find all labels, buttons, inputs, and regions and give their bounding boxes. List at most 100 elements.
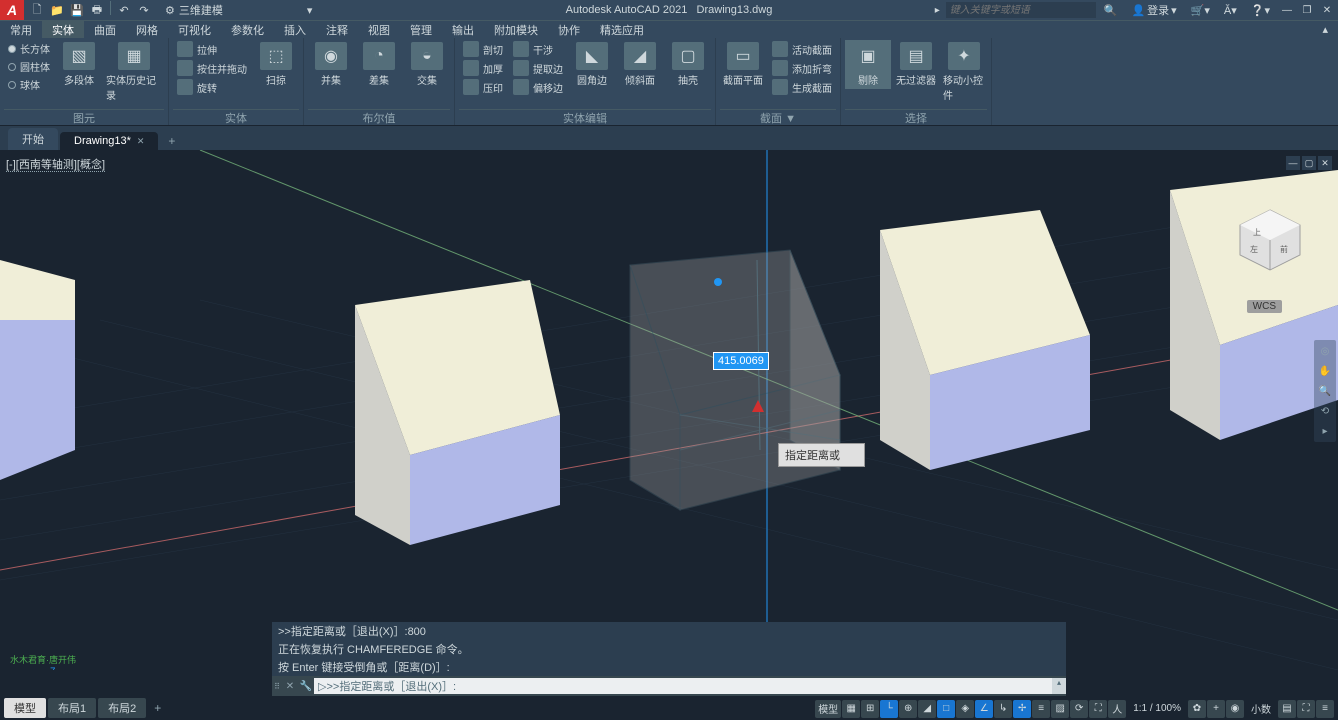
qat-save-icon[interactable]: 💾	[68, 1, 86, 19]
thicken-button[interactable]: 加厚	[459, 59, 507, 77]
subtract-button[interactable]: ◔差集	[356, 40, 402, 89]
sb-otrack-icon[interactable]: ∠	[975, 700, 993, 718]
tab-insert[interactable]: 插入	[274, 21, 316, 38]
vp-minimize-icon[interactable]: —	[1286, 156, 1300, 170]
primitive-box[interactable]: 长方体	[4, 40, 54, 57]
viewport-label[interactable]: [-][西南等轴测][概念]	[6, 156, 105, 172]
section-plane-button[interactable]: ▭截面平面	[720, 40, 766, 89]
panel-section-title[interactable]: 截面 ▼	[720, 109, 836, 123]
sb-quickprops-icon[interactable]: ▤	[1278, 700, 1296, 718]
union-button[interactable]: ◉并集	[308, 40, 354, 89]
fillet-edge-button[interactable]: ◣圆角边	[569, 40, 615, 89]
tab-manage[interactable]: 管理	[400, 21, 442, 38]
intersect-button[interactable]: ◒交集	[404, 40, 450, 89]
nav-zoom-icon[interactable]: 🔍	[1316, 382, 1334, 400]
solid-object-1[interactable]	[0, 260, 75, 480]
drawing-tab[interactable]: Drawing13* ✕	[60, 132, 158, 150]
sb-transparency-icon[interactable]: ▨	[1051, 700, 1069, 718]
sb-ortho-icon[interactable]: └	[880, 700, 898, 718]
layout1-tab[interactable]: 布局1	[48, 698, 96, 718]
cmd-close-icon[interactable]: ✕	[282, 681, 298, 692]
tab-express[interactable]: 精选应用	[590, 21, 654, 38]
workspace-dropdown[interactable]: ⚙ 三维建模 ▾	[159, 1, 318, 19]
tab-solid[interactable]: 实体	[42, 21, 84, 38]
solid-object-4[interactable]	[880, 210, 1090, 470]
sb-polar-icon[interactable]: ⊕	[899, 700, 917, 718]
culling-button[interactable]: ▣剔除	[845, 40, 891, 89]
nav-pan-icon[interactable]: ✋	[1316, 362, 1334, 380]
sweep-button[interactable]: ⬚扫掠	[253, 40, 299, 89]
add-layout-button[interactable]: +	[148, 701, 167, 715]
imprint-button[interactable]: 压印	[459, 78, 507, 96]
taper-face-button[interactable]: ◢倾斜面	[617, 40, 663, 89]
tab-view[interactable]: 视图	[358, 21, 400, 38]
sb-osnap-icon[interactable]: □	[937, 700, 955, 718]
no-filter-button[interactable]: ▤无过滤器	[893, 40, 939, 89]
sb-isodraft-icon[interactable]: ◢	[918, 700, 936, 718]
sb-hardware-icon[interactable]: ◉	[1226, 700, 1244, 718]
account-button[interactable]: 👤 登录 ▾	[1125, 2, 1182, 18]
solid-object-2[interactable]	[355, 280, 560, 545]
cmd-history-dropdown[interactable]: ▴	[1052, 678, 1066, 694]
slice-button[interactable]: 剖切	[459, 40, 507, 58]
start-tab[interactable]: 开始	[8, 128, 58, 150]
command-window[interactable]: >>指定距离或［退出(X)］:800 正在恢复执行 CHAMFEREDGE 命令…	[272, 622, 1066, 696]
solid-history-button[interactable]: ▦实体历史记录	[104, 40, 164, 104]
move-gizmo-button[interactable]: ✦移动小控件	[941, 40, 987, 104]
qat-undo-icon[interactable]: ↶	[115, 1, 133, 19]
nav-orbit-icon[interactable]: ⟲	[1316, 402, 1334, 420]
cmd-customize-icon[interactable]: 🔧	[298, 681, 314, 692]
dimension-input[interactable]: 415.0069	[713, 352, 769, 370]
primitive-sphere[interactable]: 球体	[4, 76, 54, 93]
add-jog-button[interactable]: 添加折弯	[768, 59, 836, 77]
revolve-button[interactable]: 旋转	[173, 78, 251, 96]
qat-redo-icon[interactable]: ↷	[135, 1, 153, 19]
sb-dynamic-ucs-icon[interactable]: ↳	[994, 700, 1012, 718]
tab-surface[interactable]: 曲面	[84, 21, 126, 38]
tab-annotate[interactable]: 注释	[316, 21, 358, 38]
viewcube[interactable]: 上 左 前	[1230, 200, 1310, 280]
autodesk-app-icon[interactable]: Ă▾	[1218, 4, 1243, 17]
tab-collaborate[interactable]: 协作	[548, 21, 590, 38]
wcs-label[interactable]: WCS	[1247, 300, 1282, 313]
qat-new-icon[interactable]: 🗋	[28, 1, 46, 19]
ribbon-collapse-icon[interactable]: ▴	[1312, 21, 1338, 38]
sb-modelspace[interactable]: 模型	[815, 700, 841, 718]
new-tab-button[interactable]: +	[160, 132, 183, 150]
cart-icon[interactable]: 🛒▾	[1185, 4, 1216, 17]
layout2-tab[interactable]: 布局2	[98, 698, 146, 718]
presspull-button[interactable]: 按住并拖动	[173, 59, 251, 77]
nav-showmotion-icon[interactable]: ▸	[1316, 422, 1334, 440]
interfere-button[interactable]: 干涉	[509, 40, 567, 58]
sb-workspace-icon[interactable]: ✿	[1188, 700, 1206, 718]
shell-button[interactable]: ▢抽壳	[665, 40, 711, 89]
primitive-cylinder[interactable]: 圆柱体	[4, 58, 54, 75]
close-button[interactable]: ✕	[1318, 1, 1336, 19]
tab-home[interactable]: 常用	[0, 21, 42, 38]
qat-open-icon[interactable]: 📁	[48, 1, 66, 19]
sb-units[interactable]: 小数	[1245, 699, 1277, 718]
help-icon[interactable]: ❔▾	[1245, 4, 1276, 17]
solid-object-3-selected[interactable]	[630, 250, 840, 510]
generate-section-button[interactable]: 生成截面	[768, 78, 836, 96]
search-button[interactable]: 🔍	[1098, 4, 1124, 17]
tab-visualize[interactable]: 可视化	[168, 21, 221, 38]
app-logo[interactable]: A	[0, 0, 24, 20]
tab-parametric[interactable]: 参数化	[221, 21, 274, 38]
vp-maximize-icon[interactable]: ▢	[1302, 156, 1316, 170]
sb-dyninput-icon[interactable]: ✢	[1013, 700, 1031, 718]
sb-grid-icon[interactable]: ▦	[842, 700, 860, 718]
tab-addins[interactable]: 附加模块	[484, 21, 548, 38]
sb-snap-icon[interactable]: ⊞	[861, 700, 879, 718]
restore-button[interactable]: ❐	[1298, 1, 1316, 19]
cmd-drag-handle[interactable]: ⠿	[272, 682, 282, 691]
command-input[interactable]: ▷>>指定距离或［退出(X)］:	[314, 678, 1052, 694]
model-tab[interactable]: 模型	[4, 698, 46, 718]
tab-mesh[interactable]: 网格	[126, 21, 168, 38]
tab-close-icon[interactable]: ✕	[137, 136, 145, 147]
sb-annotation-icon[interactable]: ⛶	[1089, 700, 1107, 718]
sb-lineweight-icon[interactable]: ≡	[1032, 700, 1050, 718]
polysolid-button[interactable]: ▧多段体	[56, 40, 102, 89]
quick-access-arrow[interactable]: ▸	[935, 5, 944, 16]
tab-output[interactable]: 输出	[442, 21, 484, 38]
